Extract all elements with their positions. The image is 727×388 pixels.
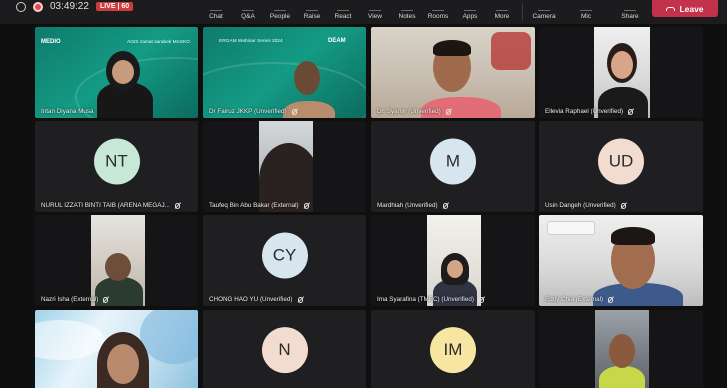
participant-name: Intan Diyana Musa xyxy=(41,108,94,115)
participant-name: CHONG HAO YU (Unverified) xyxy=(209,296,303,303)
participant-tile[interactable]: UD Usin Dangeh (Unverified) xyxy=(539,121,703,212)
participant-avatar: IM xyxy=(430,327,476,374)
air-conditioner xyxy=(547,221,595,235)
meeting-timer: 03:49:22 xyxy=(50,1,89,12)
participant-name: Dr. Syamir (Unverified) xyxy=(377,108,451,115)
shield-icon xyxy=(16,1,26,12)
participant-tile[interactable] xyxy=(35,310,198,388)
participant-avatar: N xyxy=(261,327,308,374)
participant-name: Taufeq Bin Abu Bakar (External) xyxy=(209,202,309,209)
participant-video xyxy=(595,310,649,388)
participant-tile[interactable]: CY CHONG HAO YU (Unverified) xyxy=(203,215,366,306)
event-logo: DEAM xyxy=(328,38,346,44)
camera-button[interactable]: Camera xyxy=(526,0,562,24)
meeting-status: 03:49:22 LIVE | 60 xyxy=(16,1,134,12)
meeting-toolbar: 03:49:22 LIVE | 60 Chat Q&A People Raise… xyxy=(0,0,727,24)
participant-avatar: M xyxy=(430,137,476,184)
mic-off-icon xyxy=(445,108,451,115)
more-button[interactable]: More xyxy=(484,0,520,24)
react-icon xyxy=(337,1,349,11)
participant-video xyxy=(427,215,481,306)
participant-video xyxy=(91,215,145,306)
camera-icon xyxy=(538,1,550,11)
view-icon xyxy=(369,1,381,11)
participant-tile[interactable]: NT NURUL IZZATI BINTI TAIB (ARENA MEGAJ.… xyxy=(35,121,198,212)
participant-tile[interactable]: MEDIO AGIS zamat sarabek MASKO Intan Diy… xyxy=(35,27,198,118)
participant-name: Mardhiah (Unverified) xyxy=(377,202,448,209)
participant-name: Eddy Chia (External) xyxy=(545,296,614,303)
toolbar-divider xyxy=(522,3,523,21)
participant-tile[interactable]: IM xyxy=(371,310,535,388)
participant-tile[interactable]: M Mardhiah (Unverified) xyxy=(371,121,535,212)
mic-off-icon xyxy=(297,296,303,303)
event-banner: ERGAM Webinar Series 2024 xyxy=(219,39,283,44)
participant-name: Ellevia Raphael (Unverified) xyxy=(545,108,634,115)
participant-tile[interactable]: Taufeq Bin Abu Bakar (External) xyxy=(203,121,366,212)
mic-off-icon xyxy=(478,296,484,303)
participant-tile[interactable]: Dr. Syamir (Unverified) xyxy=(371,27,535,118)
phone-icon xyxy=(666,6,676,11)
mic-off-icon xyxy=(303,202,309,209)
participant-tile[interactable]: Eddy Chia (External) xyxy=(539,215,703,306)
apps-icon xyxy=(464,1,476,11)
participant-avatar: UD xyxy=(598,137,644,184)
participant-avatar: CY xyxy=(261,231,308,278)
mic-off-icon xyxy=(608,296,614,303)
participant-tile[interactable]: ERGAM Webinar Series 2024 DEAM Dr Fairuz… xyxy=(203,27,366,118)
participant-name: NURUL IZZATI BINTI TAIB (ARENA MEGAJ... xyxy=(41,202,180,209)
participant-tile[interactable]: Ima Syarafina (TMEC) (Unverified) xyxy=(371,215,535,306)
people-icon xyxy=(274,1,286,11)
mic-off-icon xyxy=(291,108,297,115)
recording-icon xyxy=(33,1,43,12)
participant-video xyxy=(594,27,650,118)
participant-name: Dr Fairuz JKKP (Unverified) xyxy=(209,108,297,115)
chat-icon xyxy=(210,1,222,11)
apps-button[interactable]: Apps xyxy=(452,0,488,24)
mic-off-icon xyxy=(442,202,448,209)
rooms-button[interactable]: Rooms xyxy=(420,0,456,24)
view-button[interactable]: View xyxy=(357,0,393,24)
mic-off-icon xyxy=(628,108,634,115)
participant-tile[interactable]: N xyxy=(203,310,366,388)
event-logo: MEDIO xyxy=(41,39,61,45)
raise-hand-icon xyxy=(306,1,318,11)
participant-tile[interactable] xyxy=(539,310,703,388)
qa-icon xyxy=(242,1,254,11)
live-badge: LIVE | 60 xyxy=(95,2,134,11)
share-icon xyxy=(624,1,636,11)
participant-video xyxy=(259,121,313,212)
notes-icon xyxy=(401,1,413,11)
mic-off-icon xyxy=(103,296,109,303)
qa-button[interactable]: Q&A xyxy=(230,0,266,24)
participant-tile[interactable]: Nazri Isha (External) xyxy=(35,215,198,306)
participant-name: Usin Dangeh (Unverified) xyxy=(545,202,626,209)
mic-off-icon xyxy=(174,202,180,209)
mic-off-icon xyxy=(620,202,626,209)
react-button[interactable]: React xyxy=(325,0,361,24)
leave-button[interactable]: Leave xyxy=(652,0,718,17)
rooms-icon xyxy=(432,1,444,11)
people-button[interactable]: People xyxy=(262,0,298,24)
participant-name: Nazri Isha (External) xyxy=(41,296,109,303)
participant-name: Ima Syarafina (TMEC) (Unverified) xyxy=(377,296,484,303)
participant-tile[interactable]: Ellevia Raphael (Unverified) xyxy=(539,27,703,118)
mic-icon xyxy=(580,1,592,11)
more-icon xyxy=(496,1,508,11)
share-button[interactable]: Share xyxy=(612,0,648,24)
mic-button[interactable]: Mic xyxy=(568,0,604,24)
participant-avatar: NT xyxy=(93,137,140,184)
chat-button[interactable]: Chat xyxy=(198,0,234,24)
event-banner: AGIS zamat sarabek MASKO xyxy=(127,40,190,45)
